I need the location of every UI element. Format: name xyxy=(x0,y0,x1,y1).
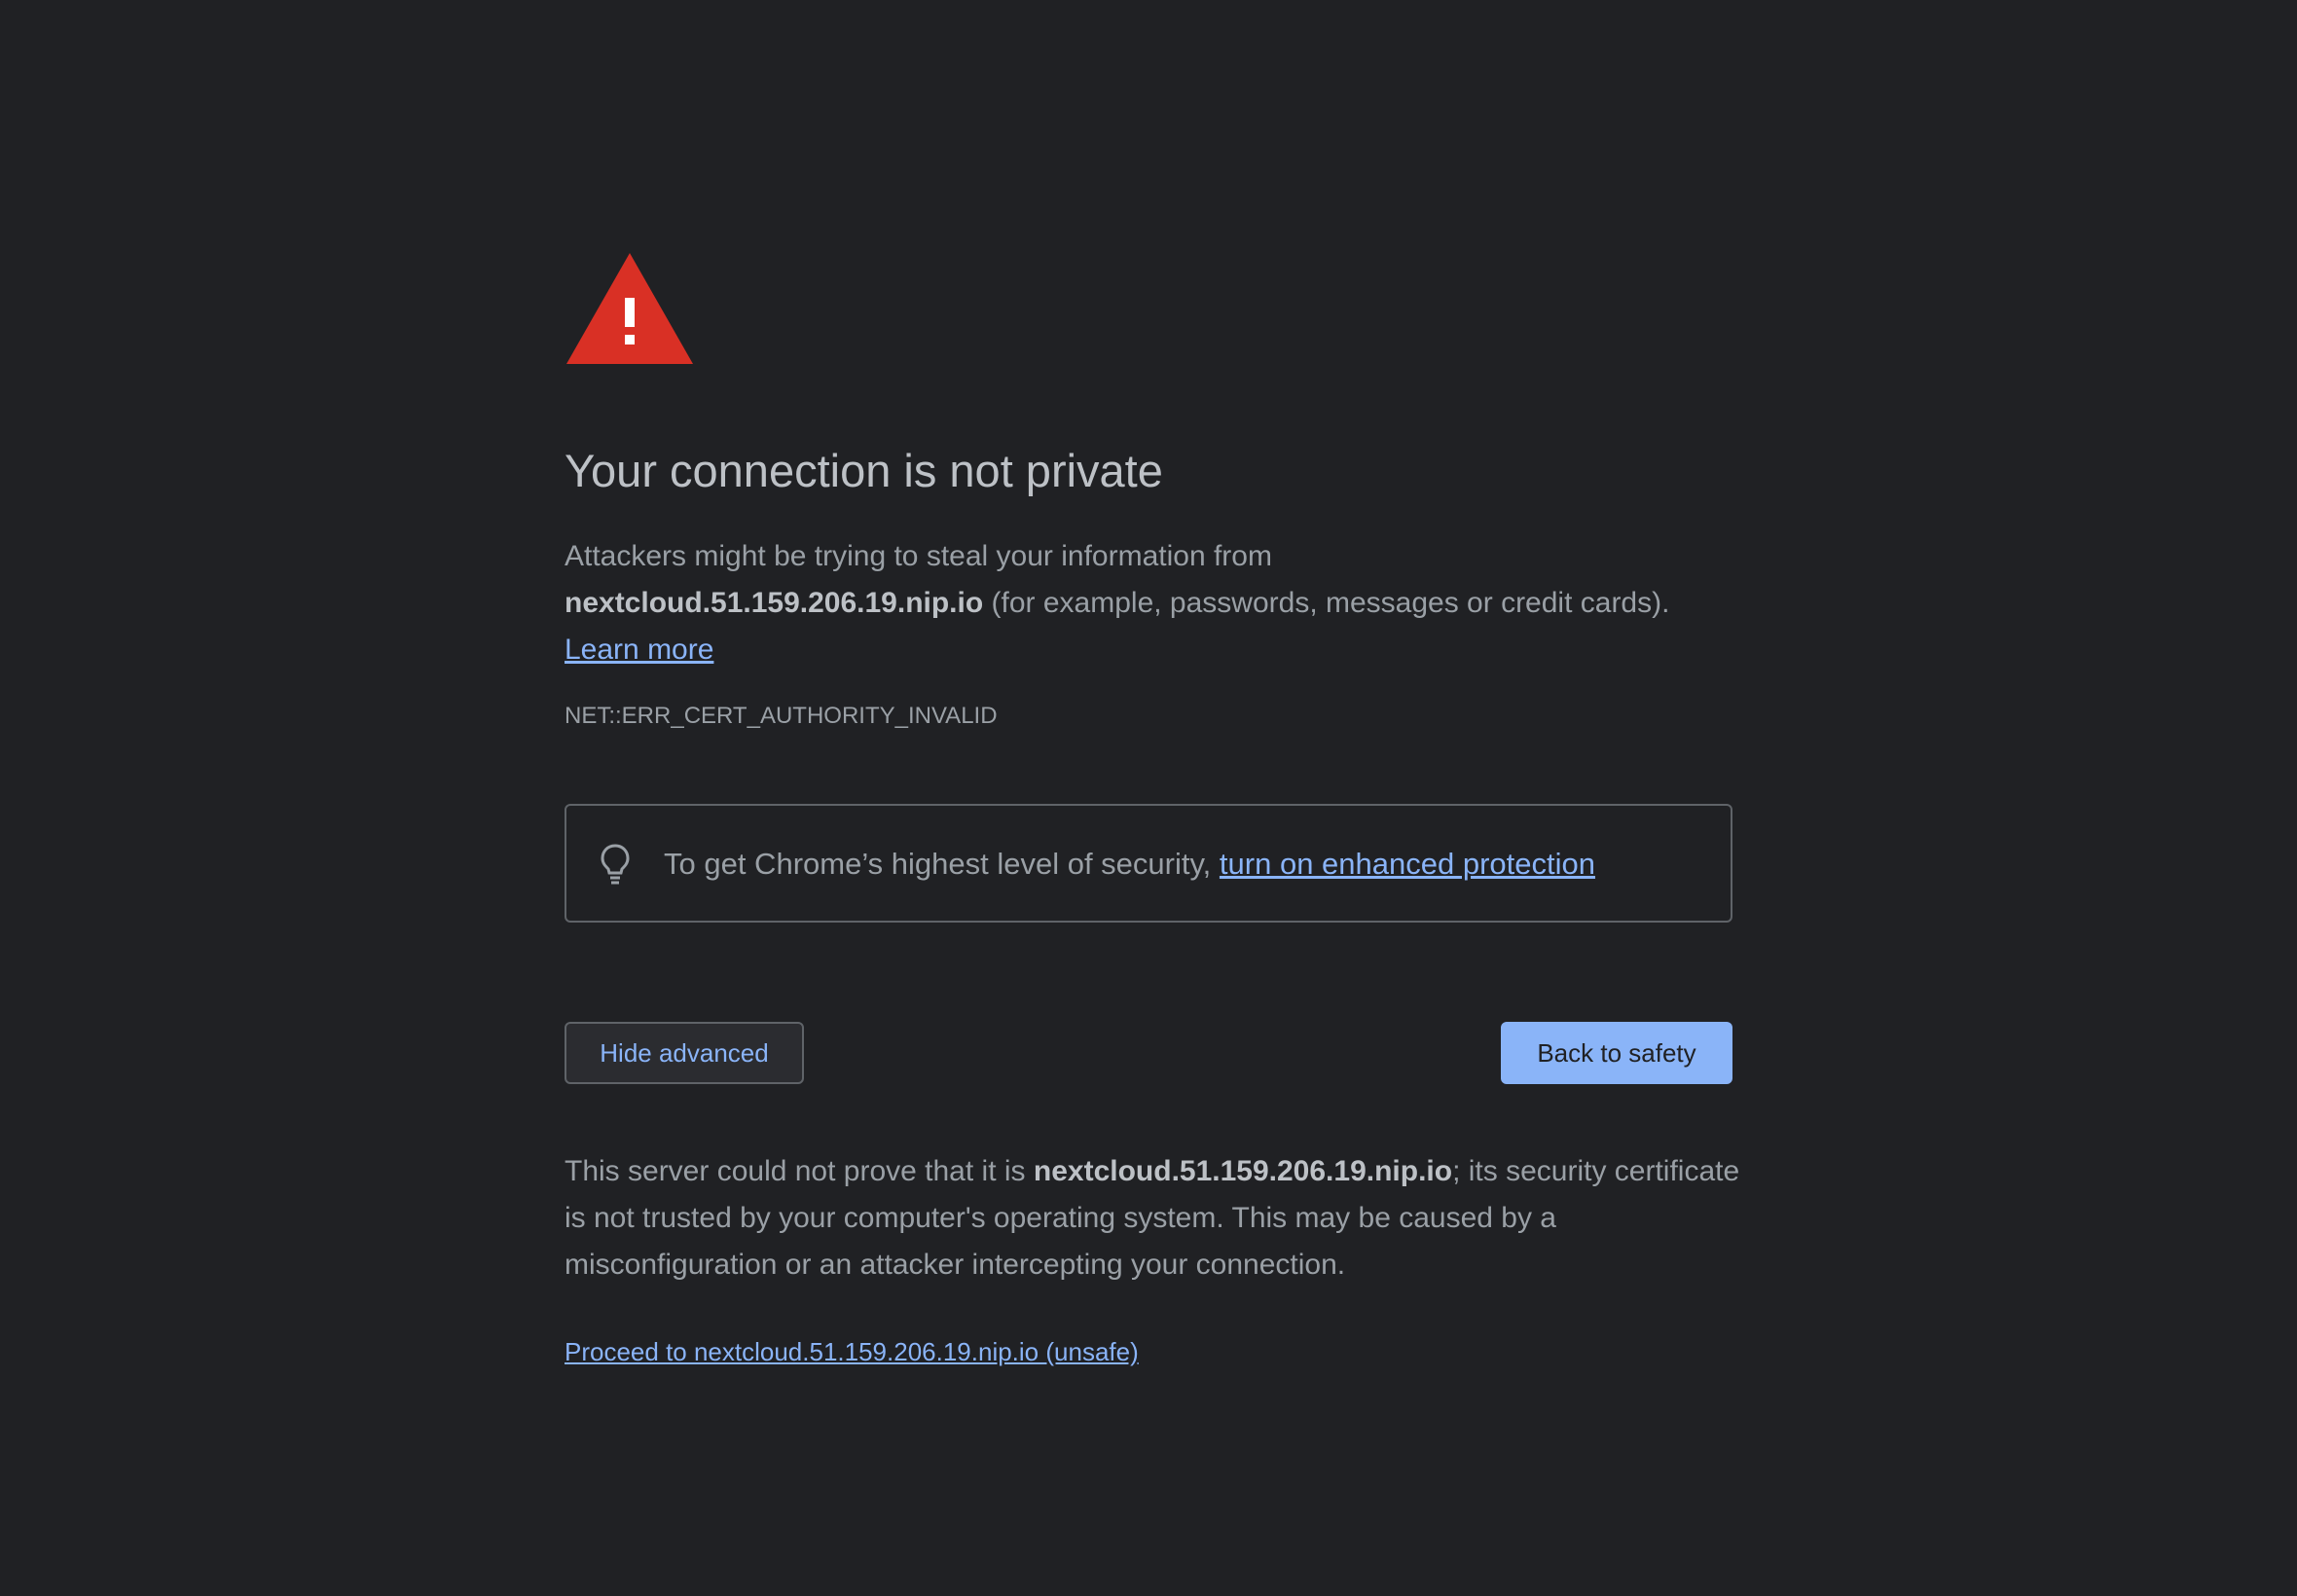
details-text-before: This server could not prove that it is xyxy=(565,1155,1026,1187)
intro-text-after: (for example, passwords, messages or cre… xyxy=(991,587,1670,619)
details-paragraph: This server could not prove that it is n… xyxy=(565,1148,1742,1288)
interstitial-container: Your connection is not private Attackers… xyxy=(565,251,1739,1366)
tip-text: To get Chrome’s highest level of securit… xyxy=(664,841,1595,888)
hide-advanced-button[interactable]: Hide advanced xyxy=(565,1022,804,1084)
enhanced-protection-link[interactable]: turn on enhanced protection xyxy=(1220,847,1595,881)
intro-paragraph: Attackers might be trying to steal your … xyxy=(565,533,1732,673)
enhanced-protection-tip: To get Chrome’s highest level of securit… xyxy=(565,804,1732,923)
back-to-safety-button[interactable]: Back to safety xyxy=(1501,1022,1732,1084)
page-title: Your connection is not private xyxy=(565,445,1163,496)
warning-triangle-icon xyxy=(566,253,693,364)
lightbulb-icon xyxy=(601,844,630,885)
details-domain: nextcloud.51.159.206.19.nip.io xyxy=(1033,1155,1453,1187)
intro-domain: nextcloud.51.159.206.19.nip.io xyxy=(565,587,984,619)
proceed-unsafe-link[interactable]: Proceed to nextcloud.51.159.206.19.nip.i… xyxy=(565,1337,1139,1367)
intro-text-before: Attackers might be trying to steal your … xyxy=(565,540,1272,572)
error-code: NET::ERR_CERT_AUTHORITY_INVALID xyxy=(565,703,998,729)
learn-more-link[interactable]: Learn more xyxy=(565,634,713,666)
tip-text-label: To get Chrome’s highest level of securit… xyxy=(664,847,1212,881)
